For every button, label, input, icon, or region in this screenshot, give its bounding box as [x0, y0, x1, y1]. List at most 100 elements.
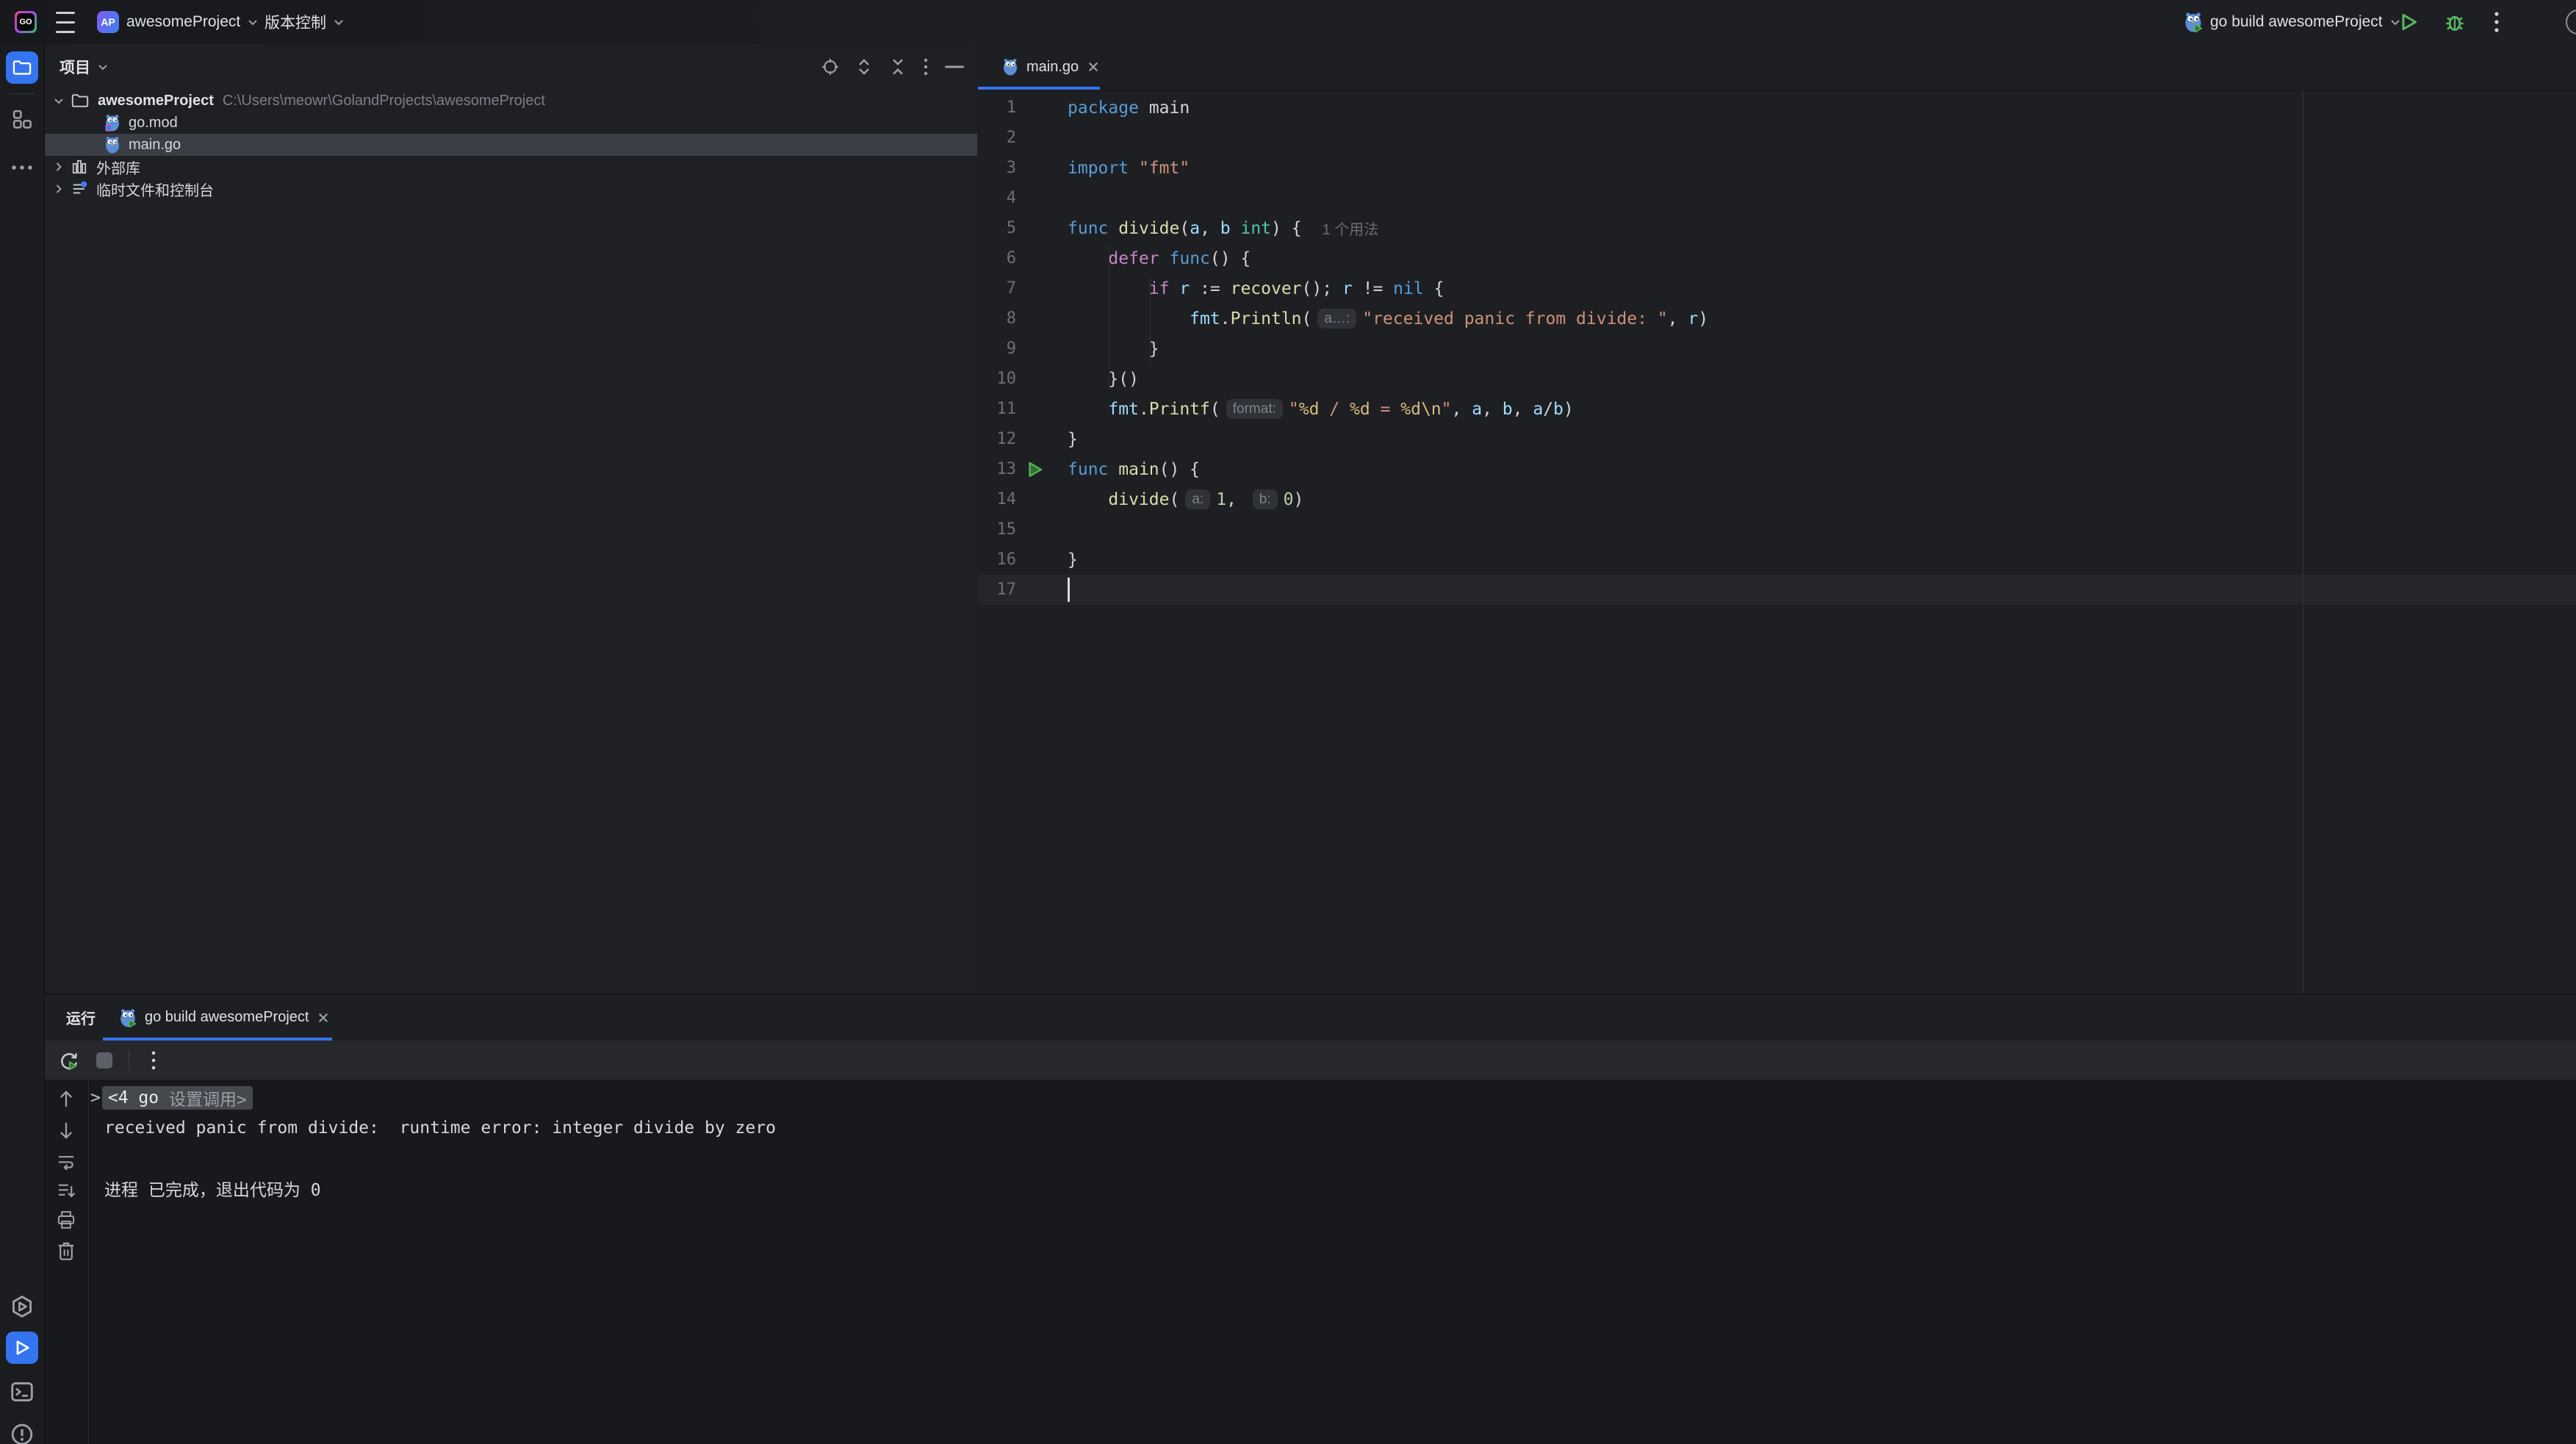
kebab-icon[interactable]: [923, 57, 929, 76]
chevron-collapsed-icon[interactable]: [54, 162, 64, 172]
project-tree: awesomeProject C:\Users\meowr\GolandProj…: [45, 90, 977, 200]
go-mod-file-icon: [105, 114, 120, 132]
tree-row-gomod[interactable]: go.mod: [45, 112, 977, 134]
chevron-expanded-icon[interactable]: [54, 98, 64, 104]
chevron-down-icon[interactable]: [98, 64, 108, 71]
run-button[interactable]: [2398, 0, 2419, 44]
terminal-tool-window-button[interactable]: [10, 1380, 34, 1404]
tree-row-maingo-selected[interactable]: main.go: [45, 134, 977, 156]
soft-wrap-button[interactable]: [55, 1150, 77, 1172]
console-left-toolbar: [45, 1080, 89, 1444]
code-line[interactable]: 8 fmt.Println(a…:"received panic from di…: [978, 303, 2576, 334]
terminal-icon: [10, 1380, 34, 1404]
hide-panel-icon[interactable]: [945, 65, 964, 68]
scroll-to-end-button[interactable]: [55, 1179, 77, 1201]
code-line[interactable]: 15: [978, 514, 2576, 545]
folded-command-chip[interactable]: <4 go 设置调用>: [102, 1086, 253, 1110]
editor-tab-maingo[interactable]: main.go: [990, 44, 1112, 90]
code-token: fmt: [1108, 400, 1139, 419]
code-line[interactable]: 16}: [978, 545, 2576, 575]
more-actions-button[interactable]: [2494, 0, 2500, 44]
code-token: }: [1068, 430, 1078, 449]
close-icon[interactable]: [317, 1012, 329, 1024]
services-tool-window-button[interactable]: [10, 1295, 34, 1318]
tree-row-scratches[interactable]: 临时文件和控制台: [45, 178, 977, 200]
line-number: 13: [978, 460, 1016, 478]
tree-row-root[interactable]: awesomeProject C:\Users\meowr\GolandProj…: [45, 90, 977, 112]
code-line[interactable]: 13func main() {: [978, 454, 2576, 484]
code-editor[interactable]: 1package main23import "fmt"45func divide…: [978, 93, 2576, 605]
editor-area[interactable]: main.go 1package main23import "fmt"45fun…: [978, 44, 2576, 994]
console-output[interactable]: ><4 go 设置调用> received panic from divide: …: [88, 1082, 2576, 1203]
run-tab[interactable]: go build awesomeProject: [109, 994, 339, 1041]
code-line[interactable]: 10 }(): [978, 364, 2576, 394]
next-occurrence-button[interactable]: [55, 1119, 77, 1141]
print-button[interactable]: [55, 1209, 77, 1231]
line-number: 3: [978, 159, 1016, 177]
code-line[interactable]: 5func divide(a, b int) {1 个用法: [978, 213, 2576, 243]
inlay-hint-chip[interactable]: a:: [1185, 489, 1210, 509]
line-number: 16: [978, 550, 1016, 569]
console-text: received panic from divide: runtime erro…: [104, 1118, 776, 1138]
chevron-down-icon: [334, 19, 344, 26]
project-widget[interactable]: AP awesomeProject: [97, 0, 258, 44]
fold-expand-icon[interactable]: >: [90, 1088, 101, 1107]
debug-button[interactable]: [2444, 0, 2466, 44]
console-more-actions-button[interactable]: [143, 1049, 165, 1071]
code-line[interactable]: 4: [978, 183, 2576, 213]
goland-ide-window: GO AP awesomeProject 版本控制: [0, 0, 2576, 1444]
code-token: Printf: [1149, 400, 1210, 419]
code-line[interactable]: 9 }: [978, 334, 2576, 364]
code-line[interactable]: 7 if r := recover(); r != nil {: [978, 273, 2576, 303]
inlay-hint-chip[interactable]: b:: [1253, 489, 1278, 509]
code-line[interactable]: 3import "fmt": [978, 153, 2576, 183]
run-panel-title: 运行: [66, 994, 96, 1041]
expand-all-icon[interactable]: [855, 58, 873, 76]
run-gutter-icon[interactable]: [1016, 460, 1068, 479]
problems-tool-window-button[interactable]: [10, 1423, 34, 1444]
console-line[interactable]: ><4 go 设置调用>: [88, 1082, 2576, 1113]
run-configuration-selector[interactable]: go build awesomeProject: [2184, 0, 2400, 44]
code-line[interactable]: 2: [978, 123, 2576, 153]
run-tool-window-button[interactable]: [6, 1332, 38, 1364]
usages-hint[interactable]: 1 个用法: [1323, 218, 1379, 239]
code-line[interactable]: 1package main: [978, 93, 2576, 123]
close-icon[interactable]: [1087, 61, 1099, 73]
console-line[interactable]: [88, 1143, 2576, 1173]
chevron-collapsed-icon[interactable]: [54, 184, 64, 194]
console-line[interactable]: received panic from divide: runtime erro…: [88, 1113, 2576, 1143]
prev-occurrence-button[interactable]: [55, 1088, 77, 1110]
structure-tool-window-button[interactable]: [10, 107, 34, 131]
main-menu-button[interactable]: [56, 0, 75, 44]
collapse-all-icon[interactable]: [889, 58, 907, 76]
code-token: if: [1149, 279, 1170, 298]
code-line[interactable]: 14 divide(a:1, b:0): [978, 484, 2576, 514]
code-token: () {: [1210, 249, 1251, 268]
code-token: b: [1553, 400, 1564, 419]
code-line[interactable]: 17: [978, 575, 2576, 605]
code-token: ,: [1200, 219, 1220, 238]
project-panel: 项目: [45, 44, 977, 994]
locate-file-icon[interactable]: [821, 58, 839, 76]
vcs-widget[interactable]: 版本控制: [265, 0, 344, 44]
inlay-hint-chip[interactable]: a…:: [1317, 309, 1356, 328]
clear-console-button[interactable]: [55, 1240, 77, 1262]
tree-row-external-libraries[interactable]: 外部库: [45, 156, 977, 178]
code-line[interactable]: 12}: [978, 424, 2576, 454]
goland-logo-icon: GO: [15, 11, 37, 33]
code-token: [1068, 490, 1108, 509]
rerun-button[interactable]: [58, 1049, 80, 1071]
code-token: main: [1118, 460, 1159, 479]
console[interactable]: ><4 go 设置调用> received panic from divide: …: [45, 1080, 2576, 1444]
goland-logo[interactable]: GO: [15, 0, 37, 44]
partial-icon: [2566, 0, 2576, 44]
stop-button[interactable]: [93, 1049, 115, 1071]
code-line[interactable]: 11 fmt.Printf(format:"%d / %d = %d\n", a…: [978, 394, 2576, 424]
code-token: ,: [1482, 400, 1503, 419]
code-line[interactable]: 6 defer func() {: [978, 243, 2576, 273]
inlay-hint-chip[interactable]: format:: [1226, 399, 1283, 419]
more-tool-windows-button[interactable]: [10, 156, 34, 179]
project-tool-window-button[interactable]: [6, 51, 38, 84]
project-panel-title: 项目: [60, 56, 90, 78]
console-line[interactable]: 进程 已完成，退出代码为 0: [88, 1173, 2576, 1203]
